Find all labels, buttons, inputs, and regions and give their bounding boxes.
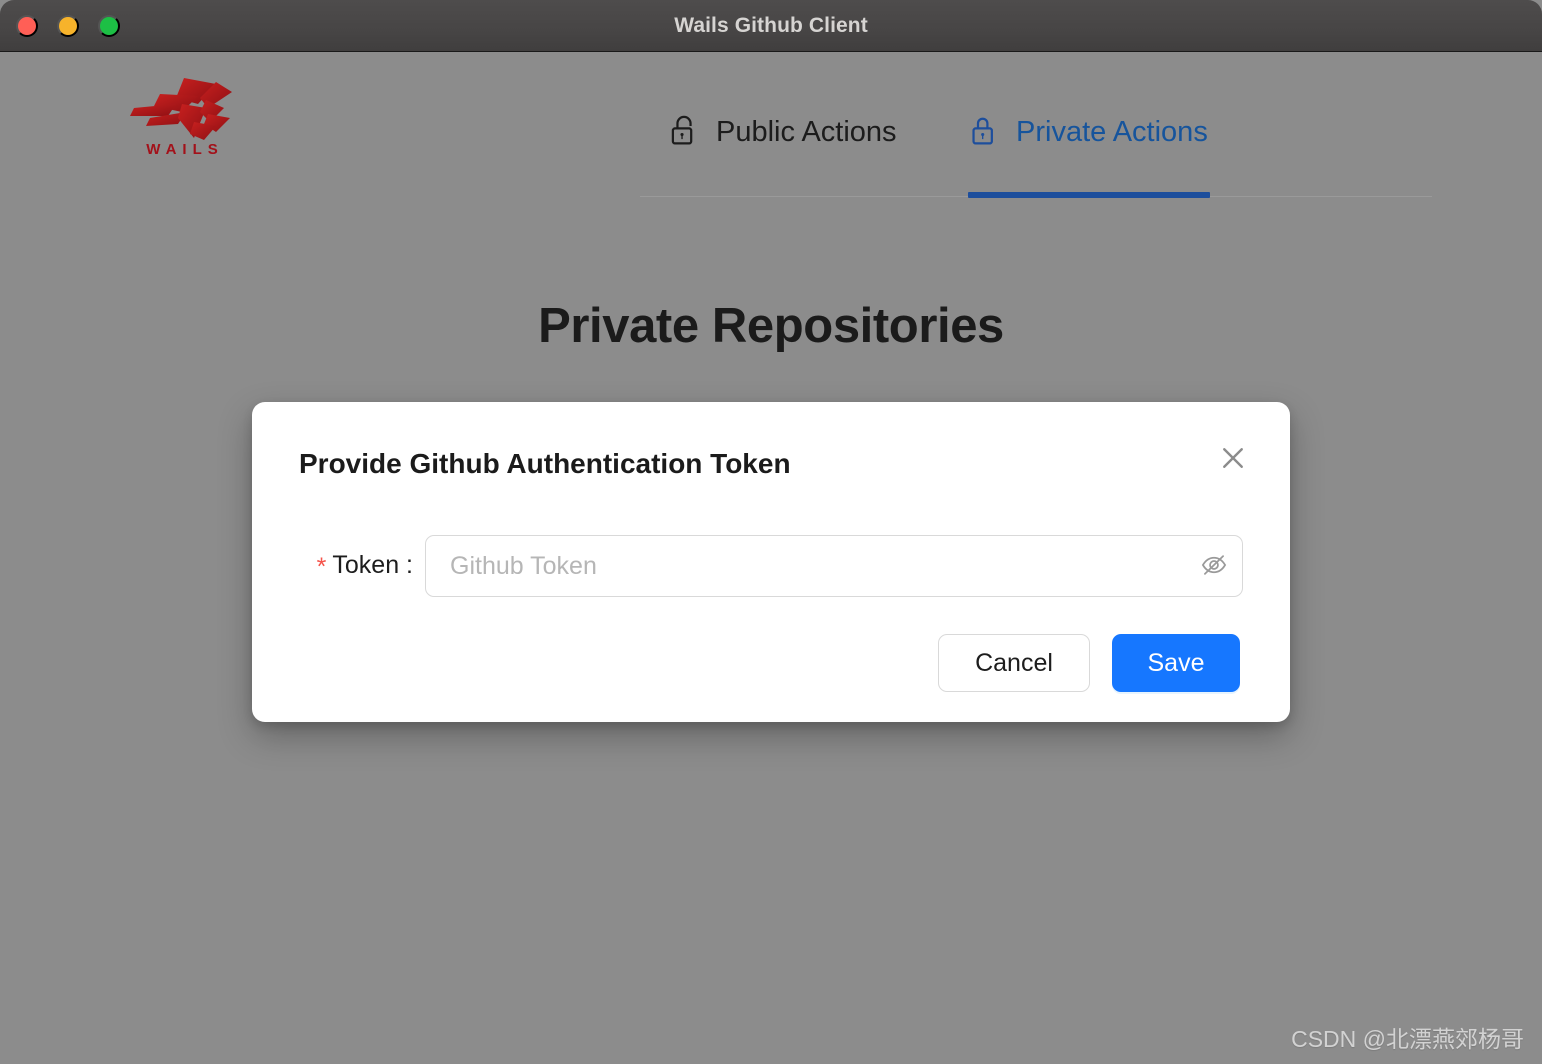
tab-public-actions[interactable]: Public Actions: [668, 114, 897, 151]
app-window: Wails Github Client WAILS Public Actions…: [0, 0, 1542, 1064]
cancel-button[interactable]: Cancel: [938, 634, 1090, 692]
watermark: CSDN @北漂燕郊杨哥: [1291, 1026, 1524, 1052]
tab-public-actions-label: Public Actions: [716, 116, 897, 148]
window-maximize-button[interactable]: [98, 15, 120, 37]
token-visibility-toggle[interactable]: [1199, 551, 1229, 581]
window-titlebar: Wails Github Client: [0, 0, 1542, 52]
token-input-wrapper: [425, 535, 1243, 597]
auth-token-modal: Provide Github Authentication Token * Tok…: [252, 402, 1290, 722]
eye-slash-icon: [1200, 551, 1228, 582]
required-marker: *: [316, 552, 327, 581]
token-label-text: Token :: [332, 550, 413, 579]
tab-active-indicator: [968, 192, 1210, 198]
unlock-icon: [668, 114, 700, 151]
window-title: Wails Github Client: [674, 13, 868, 37]
window-minimize-button[interactable]: [57, 15, 79, 37]
modal-title: Provide Github Authentication Token: [299, 448, 791, 479]
tab-bar: Public Actions Private Actions: [640, 82, 1432, 198]
lock-icon: [968, 114, 1000, 151]
tab-private-actions-label: Private Actions: [1016, 116, 1208, 148]
wails-bird-icon: [130, 78, 232, 140]
window-close-button[interactable]: [16, 15, 38, 37]
modal-footer: Cancel Save: [938, 634, 1240, 692]
token-input[interactable]: [425, 535, 1243, 597]
wails-wordmark: WAILS: [146, 141, 224, 158]
modal-close-button[interactable]: [1212, 438, 1254, 480]
wails-logo: WAILS: [120, 74, 248, 170]
close-icon: [1218, 443, 1248, 476]
token-field-label: * Token :: [252, 551, 425, 582]
token-form-row: * Token :: [252, 534, 1290, 598]
tab-private-actions[interactable]: Private Actions: [968, 114, 1208, 151]
save-button[interactable]: Save: [1112, 634, 1240, 692]
main-content: WAILS Public Actions Private Actions Pri…: [0, 52, 1542, 1064]
traffic-light-group: [16, 0, 120, 52]
page-title: Private Repositories: [538, 299, 1004, 353]
